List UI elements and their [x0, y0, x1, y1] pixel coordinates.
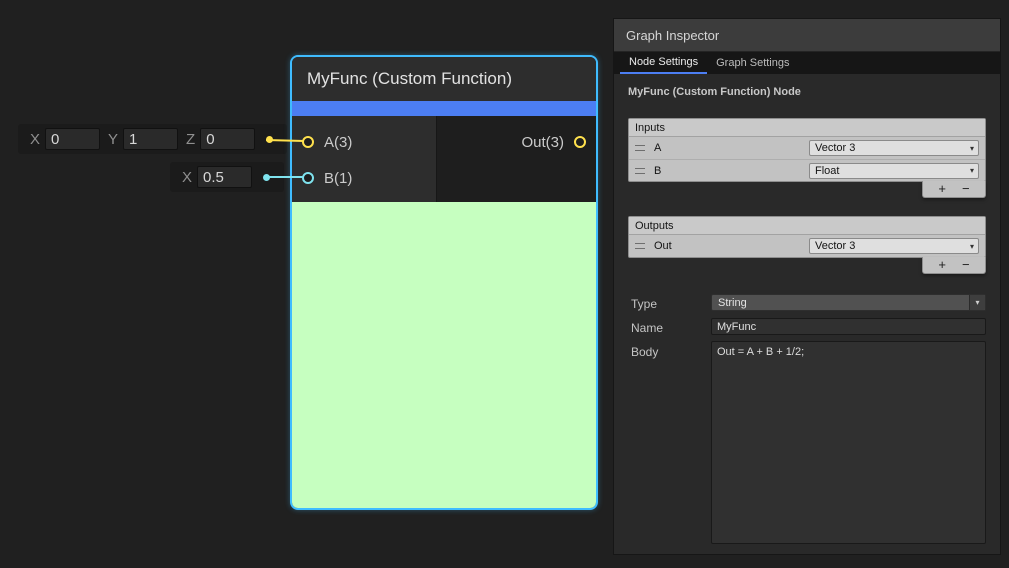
- tab-graph-settings[interactable]: Graph Settings: [707, 52, 798, 74]
- node-preview: [292, 202, 596, 510]
- tab-node-settings-label: Node Settings: [629, 56, 698, 68]
- vector3-z-field[interactable]: [200, 128, 255, 150]
- output-out-type-value: Vector 3: [815, 240, 855, 252]
- inspector-title: Graph Inspector: [626, 28, 719, 43]
- input-b-type-value: Float: [815, 165, 839, 177]
- type-value: String: [718, 297, 747, 309]
- shader-graph-editor: X Y Z X MyFunc (Custom Function): [0, 0, 1009, 568]
- input-b-name: B: [654, 165, 661, 177]
- name-field[interactable]: [711, 318, 986, 335]
- custom-function-node[interactable]: MyFunc (Custom Function) A(3) B(1) Out(3…: [290, 55, 598, 510]
- input-a-type-dropdown[interactable]: Vector 3 ▾: [809, 140, 979, 156]
- port-b-label: B(1): [324, 170, 352, 187]
- output-out-name: Out: [654, 240, 672, 252]
- vector3-port-input-widget: X Y Z: [18, 124, 287, 154]
- inputs-list: Inputs A Vector 3 ▾ B Float ▾: [628, 118, 986, 182]
- port-b-connector-icon[interactable]: [302, 172, 314, 184]
- float-port-input-widget: X: [170, 162, 284, 192]
- chevron-down-icon: ▾: [970, 144, 974, 153]
- port-row-b: B(1): [292, 160, 436, 196]
- type-label: Type: [631, 297, 657, 311]
- outputs-remove-button[interactable]: −: [962, 258, 970, 272]
- tab-graph-settings-label: Graph Settings: [716, 57, 789, 69]
- z-axis-label: Z: [186, 131, 195, 148]
- tab-node-settings[interactable]: Node Settings: [620, 52, 707, 74]
- port-a-connector-icon[interactable]: [302, 136, 314, 148]
- inspector-title-bar[interactable]: Graph Inspector: [614, 19, 1000, 52]
- node-input-ports: A(3) B(1): [292, 116, 437, 202]
- inspector-tab-bar: Node Settings Graph Settings: [614, 52, 1000, 74]
- body-label: Body: [631, 345, 658, 359]
- chevron-down-icon: ▾: [970, 242, 974, 251]
- vector3-connector-dot[interactable]: [266, 136, 273, 143]
- chevron-down-icon: ▾: [969, 295, 985, 310]
- inputs-list-footer: + −: [922, 181, 986, 198]
- float-x-field[interactable]: [197, 166, 252, 188]
- inputs-add-button[interactable]: +: [938, 182, 946, 196]
- node-accent-bar: [292, 101, 596, 116]
- outputs-list-header: Outputs: [629, 217, 985, 235]
- port-row-out: Out(3): [437, 124, 596, 160]
- inputs-remove-button[interactable]: −: [962, 182, 970, 196]
- output-row-out[interactable]: Out Vector 3 ▾: [629, 235, 985, 257]
- vector3-y-field[interactable]: [123, 128, 178, 150]
- body-field[interactable]: Out = A + B + 1/2;: [711, 341, 986, 544]
- node-port-section: A(3) B(1) Out(3): [292, 116, 596, 202]
- type-dropdown[interactable]: String ▾: [711, 294, 986, 311]
- output-out-type-dropdown[interactable]: Vector 3 ▾: [809, 238, 979, 254]
- outputs-list: Outputs Out Vector 3 ▾: [628, 216, 986, 258]
- node-output-ports: Out(3): [437, 116, 596, 202]
- y-axis-label: Y: [108, 131, 118, 148]
- inputs-list-header: Inputs: [629, 119, 985, 137]
- inspector-body: MyFunc (Custom Function) Node Inputs A V…: [614, 74, 1000, 555]
- input-row-a[interactable]: A Vector 3 ▾: [629, 137, 985, 159]
- port-out-connector-icon[interactable]: [574, 136, 586, 148]
- drag-handle-icon[interactable]: [635, 243, 645, 249]
- vector3-x-field[interactable]: [45, 128, 100, 150]
- x-axis-label: X: [30, 131, 40, 148]
- outputs-add-button[interactable]: +: [938, 258, 946, 272]
- input-row-b[interactable]: B Float ▾: [629, 159, 985, 181]
- drag-handle-icon[interactable]: [635, 168, 645, 174]
- float-connector-dot[interactable]: [263, 174, 270, 181]
- x-axis-label: X: [182, 169, 192, 186]
- input-a-type-value: Vector 3: [815, 142, 855, 154]
- graph-inspector-panel: Graph Inspector Node Settings Graph Sett…: [613, 18, 1001, 555]
- node-settings-heading: MyFunc (Custom Function) Node: [628, 86, 801, 98]
- float-connector-zone: [252, 174, 280, 181]
- input-a-name: A: [654, 142, 661, 154]
- port-row-a: A(3): [292, 124, 436, 160]
- node-title: MyFunc (Custom Function): [307, 69, 512, 89]
- vector3-connector-zone: [255, 136, 283, 143]
- name-label: Name: [631, 321, 663, 335]
- drag-handle-icon[interactable]: [635, 145, 645, 151]
- chevron-down-icon: ▾: [970, 166, 974, 175]
- port-a-label: A(3): [324, 134, 352, 151]
- node-header[interactable]: MyFunc (Custom Function): [292, 57, 596, 101]
- input-b-type-dropdown[interactable]: Float ▾: [809, 163, 979, 179]
- port-out-label: Out(3): [521, 134, 564, 151]
- outputs-list-footer: + −: [922, 257, 986, 274]
